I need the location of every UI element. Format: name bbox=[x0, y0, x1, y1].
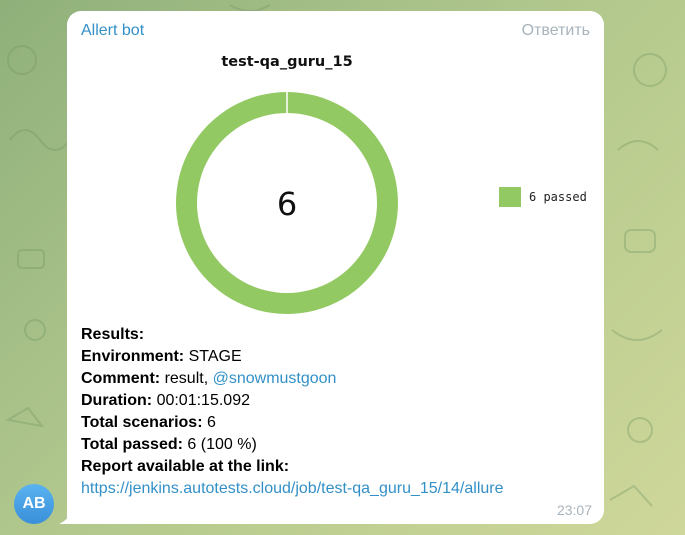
report-link[interactable]: https://jenkins.autotests.cloud/job/test… bbox=[81, 480, 504, 497]
message-bubble[interactable]: Allert bot Ответить test-qa_guru_15 6 6 … bbox=[67, 11, 604, 524]
donut-center-label: 6 bbox=[277, 185, 297, 223]
report-link-line: https://jenkins.autotests.cloud/job/test… bbox=[81, 478, 504, 500]
avatar[interactable]: AB bbox=[14, 484, 54, 524]
comment-line: Comment: result, @snowmustgoon bbox=[81, 370, 337, 387]
chart-legend: 6 passed bbox=[499, 187, 587, 207]
results-text: Results: Environment: STAGE Comment: res… bbox=[81, 324, 504, 500]
total-passed-line: Total passed: 6 (100 %) bbox=[81, 436, 257, 453]
donut-chart: 6 bbox=[175, 91, 398, 314]
chart-title: test-qa_guru_15 bbox=[221, 54, 353, 70]
total-scenarios-line: Total scenarios: 6 bbox=[81, 414, 216, 431]
report-label-line: Report available at the link: bbox=[81, 458, 290, 475]
legend-swatch-passed bbox=[499, 187, 521, 207]
duration-line: Duration: 00:01:15.092 bbox=[81, 392, 250, 409]
reply-button[interactable]: Ответить bbox=[522, 22, 590, 40]
mention-link[interactable]: @snowmustgoon bbox=[213, 370, 337, 387]
sender-name[interactable]: Allert bot bbox=[81, 22, 144, 40]
legend-label-passed: 6 passed bbox=[529, 190, 587, 204]
message-time: 23:07 bbox=[556, 502, 592, 518]
environment-line: Environment: STAGE bbox=[81, 348, 242, 365]
results-heading: Results: bbox=[81, 326, 145, 343]
